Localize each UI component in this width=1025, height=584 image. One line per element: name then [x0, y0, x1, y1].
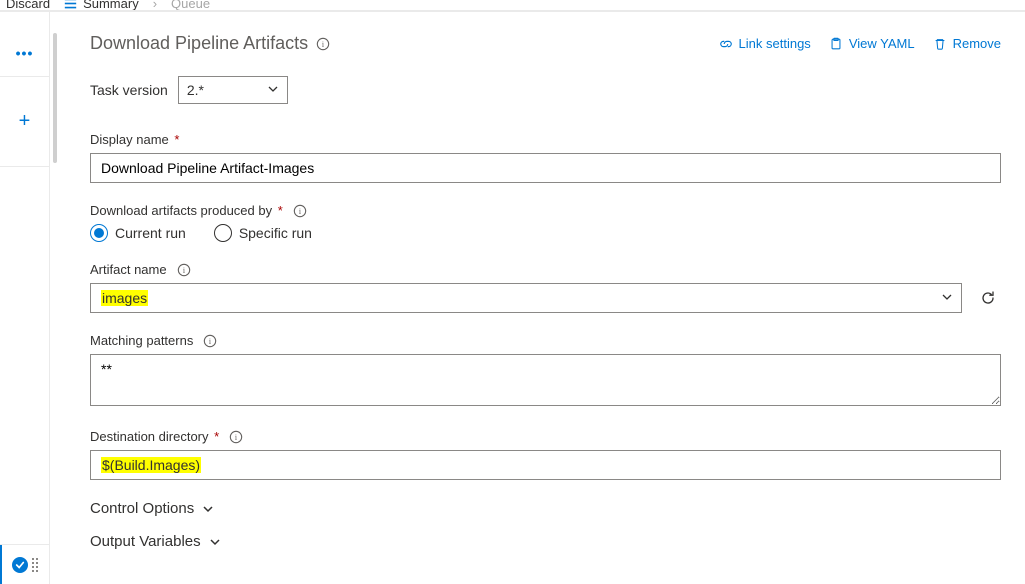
- svg-text:i: i: [183, 266, 186, 275]
- control-options-toggle[interactable]: Control Options: [90, 500, 1001, 517]
- info-icon[interactable]: i: [177, 263, 191, 277]
- patterns-label: Matching patterns: [90, 333, 193, 348]
- clipboard-icon: [829, 37, 843, 51]
- refresh-icon: [980, 290, 996, 306]
- chevron-down-icon: [202, 503, 214, 515]
- header-actions: Link settings View YAML Remove: [719, 36, 1001, 51]
- task-editor: Download Pipeline Artifacts i Link setti…: [60, 11, 1025, 584]
- link-settings-button[interactable]: Link settings: [719, 36, 811, 51]
- info-icon[interactable]: i: [229, 430, 243, 444]
- scroll-thumb[interactable]: [53, 33, 57, 163]
- task-sidebar: ••• +: [0, 11, 50, 584]
- info-icon[interactable]: i: [203, 334, 217, 348]
- artifact-name-label: Artifact name: [90, 262, 167, 277]
- produced-by-label: Download artifacts produced by: [90, 203, 272, 218]
- svg-text:i: i: [299, 207, 302, 216]
- display-name-label: Display name: [90, 132, 169, 147]
- task-version-select[interactable]: 2.*: [178, 76, 288, 104]
- refresh-button[interactable]: [974, 284, 1001, 312]
- chevron-down-icon: [941, 290, 953, 306]
- radio-current-run[interactable]: Current run: [90, 224, 186, 242]
- sidebar-more[interactable]: •••: [0, 29, 49, 77]
- check-circle-icon: [12, 557, 28, 573]
- task-version-label: Task version: [90, 82, 168, 98]
- link-icon: [719, 37, 733, 51]
- plus-icon: +: [19, 110, 31, 133]
- svg-text:i: i: [235, 433, 238, 442]
- view-yaml-button[interactable]: View YAML: [829, 36, 915, 51]
- svg-text:i: i: [322, 40, 325, 49]
- chevron-down-icon: [267, 82, 279, 98]
- more-icon: •••: [16, 45, 34, 61]
- page-title: Download Pipeline Artifacts: [90, 33, 308, 54]
- svg-text:i: i: [209, 337, 212, 346]
- drag-handle-icon: [32, 558, 38, 572]
- info-icon[interactable]: i: [293, 204, 307, 218]
- output-variables-toggle[interactable]: Output Variables: [90, 533, 1001, 550]
- remove-button[interactable]: Remove: [933, 36, 1001, 51]
- radio-specific-run[interactable]: Specific run: [214, 224, 312, 242]
- dest-label: Destination directory: [90, 429, 209, 444]
- patterns-textarea[interactable]: **: [90, 354, 1001, 406]
- list-icon: [64, 0, 77, 10]
- scrollbar[interactable]: [50, 11, 60, 584]
- info-icon[interactable]: i: [316, 37, 330, 51]
- sidebar-selected-task[interactable]: [0, 544, 49, 584]
- display-name-input[interactable]: [90, 153, 1001, 183]
- artifact-name-select[interactable]: images: [90, 283, 962, 313]
- trash-icon: [933, 37, 947, 51]
- sidebar-add[interactable]: +: [0, 77, 49, 167]
- dest-input[interactable]: $(Build.Images): [90, 450, 1001, 480]
- chevron-down-icon: [209, 536, 221, 548]
